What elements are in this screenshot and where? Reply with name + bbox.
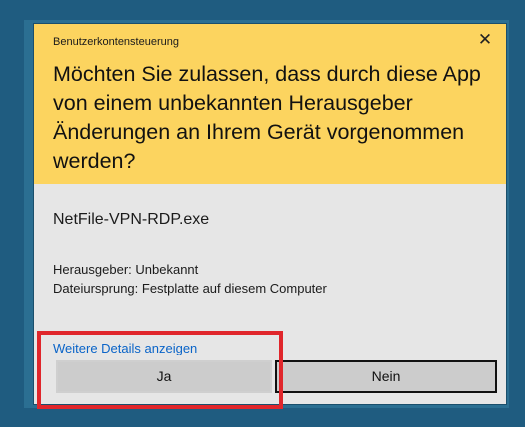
uac-dialog: Benutzerkontensteuerung ✕ Möchten Sie zu… — [34, 24, 506, 404]
close-icon[interactable]: ✕ — [474, 29, 496, 51]
no-button[interactable]: Nein — [275, 360, 497, 393]
publisher-info: Herausgeber: Unbekannt Dateiursprung: Fe… — [53, 260, 327, 298]
program-name: NetFile-VPN-RDP.exe — [53, 211, 210, 228]
show-details-link[interactable]: Weitere Details anzeigen — [53, 341, 197, 355]
yes-button[interactable]: Ja — [56, 360, 272, 393]
consent-question: Möchten Sie zulassen, dass durch diese A… — [53, 62, 481, 173]
origin-line: Dateiursprung: Festplatte auf diesem Com… — [53, 281, 327, 296]
dialog-caption: Benutzerkontensteuerung — [53, 36, 179, 48]
dialog-header: Benutzerkontensteuerung ✕ Möchten Sie zu… — [34, 24, 506, 184]
publisher-line: Herausgeber: Unbekannt — [53, 262, 199, 277]
